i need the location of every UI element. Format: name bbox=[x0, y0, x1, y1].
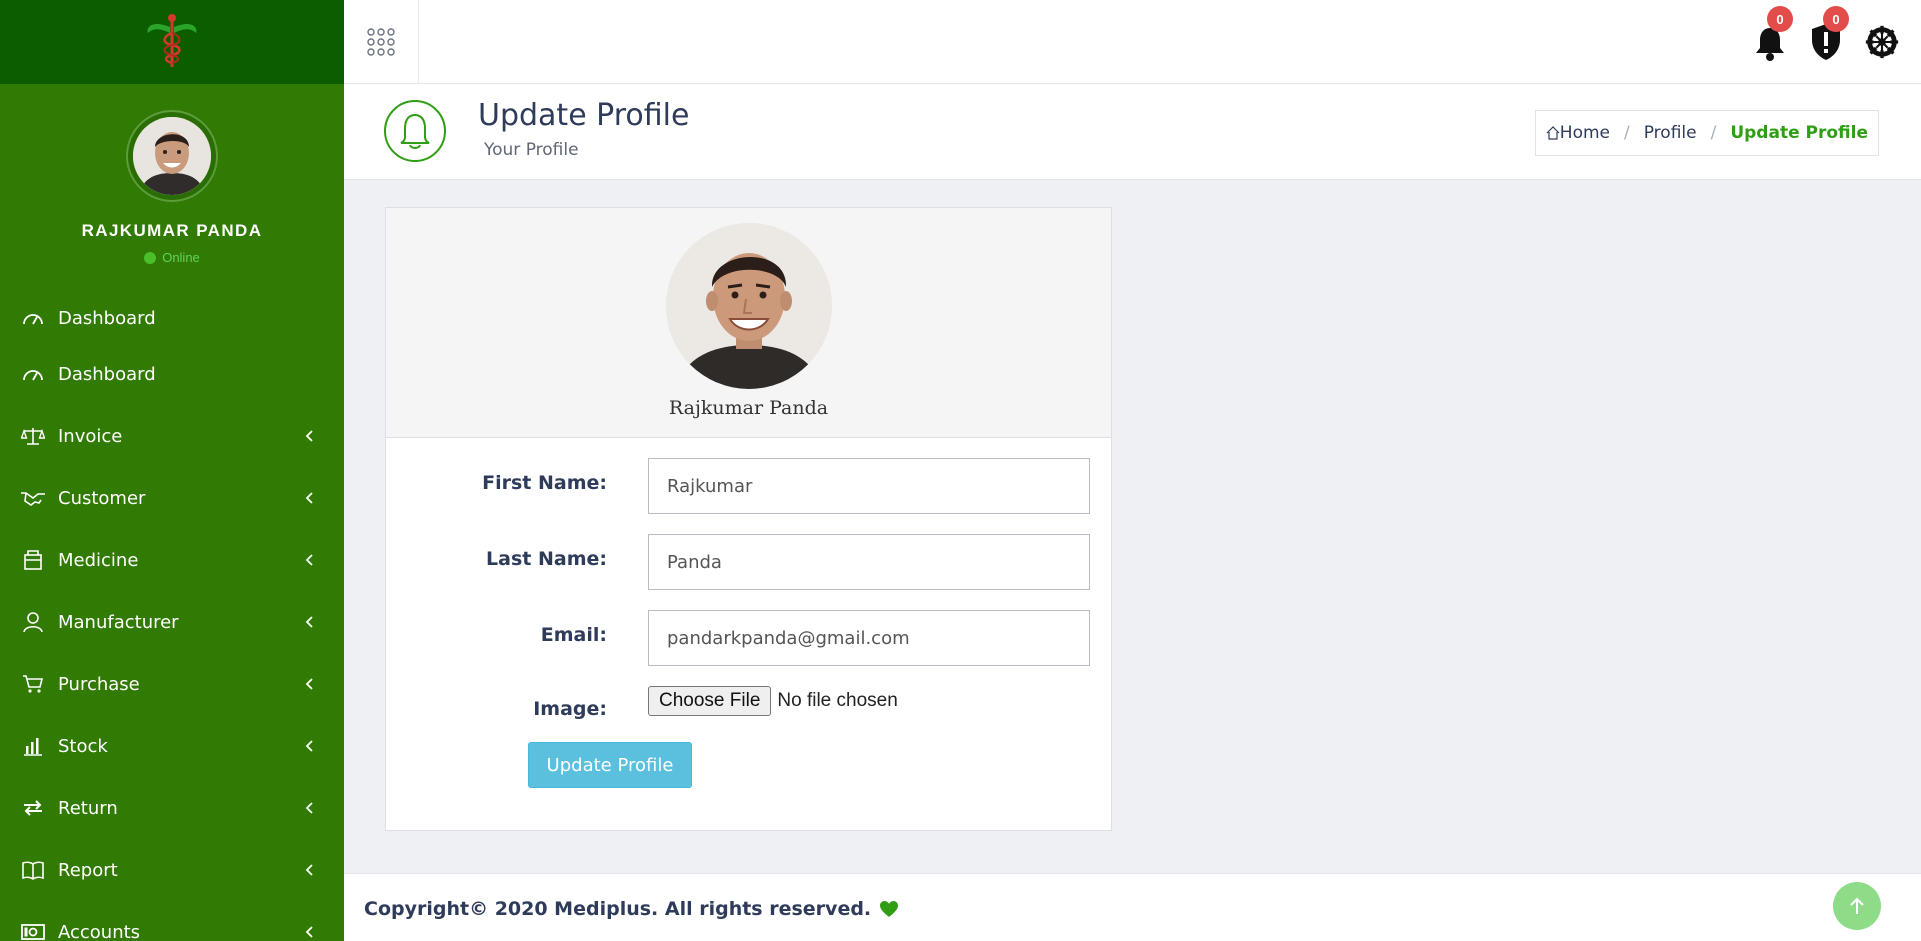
user-photo-icon bbox=[133, 117, 211, 195]
user-status: Online bbox=[144, 250, 200, 265]
apps-menu-button[interactable] bbox=[344, 0, 419, 84]
breadcrumb-profile[interactable]: Profile bbox=[1644, 123, 1697, 143]
sidebar-item-report[interactable]: Report bbox=[0, 845, 344, 895]
page-subtitle: Your Profile bbox=[484, 140, 579, 160]
breadcrumb-home-label: Home bbox=[1559, 123, 1610, 143]
sidebar-item-label: Manufacturer bbox=[58, 611, 179, 633]
profile-display-name: Rajkumar Panda bbox=[668, 397, 829, 419]
sidebar-item-customer[interactable]: Customer bbox=[0, 473, 344, 523]
footer-copyright: Copyright© 2020 Mediplus. All rights res… bbox=[364, 898, 899, 920]
notifications-badge: 0 bbox=[1767, 6, 1793, 32]
chevron-left-icon bbox=[305, 554, 313, 566]
sidebar-item-label: Return bbox=[58, 797, 118, 819]
sidebar-item-label: Stock bbox=[58, 735, 108, 757]
alerts-button[interactable]: 0 bbox=[1807, 6, 1849, 62]
chevron-left-icon bbox=[305, 864, 313, 876]
avatar[interactable] bbox=[126, 110, 218, 202]
user-icon bbox=[20, 610, 46, 634]
home-icon bbox=[1546, 126, 1560, 140]
sidebar-item-label: Medicine bbox=[58, 549, 139, 571]
user-name: RAJKUMAR PANDA bbox=[81, 221, 263, 240]
sidebar-item-label: Dashboard bbox=[58, 363, 156, 385]
sidebar-item-purchase[interactable]: Purchase bbox=[0, 659, 344, 709]
bell-outline-icon bbox=[400, 113, 430, 149]
chevron-left-icon bbox=[305, 678, 313, 690]
exchange-icon bbox=[20, 796, 46, 820]
last-name-label: Last Name: bbox=[486, 548, 607, 570]
bar-chart-icon bbox=[20, 734, 46, 758]
arrow-up-icon bbox=[1850, 897, 1864, 914]
settings-button[interactable] bbox=[1863, 14, 1901, 62]
breadcrumb: Home / Profile / Update Profile bbox=[1534, 110, 1879, 156]
app-logo[interactable] bbox=[0, 0, 344, 84]
alerts-badge: 0 bbox=[1823, 6, 1849, 32]
sidebar-item-accounts[interactable]: Accounts bbox=[0, 907, 344, 941]
top-navbar: 0 0 bbox=[344, 0, 1921, 84]
copyright-text: Copyright© 2020 Mediplus. All rights res… bbox=[364, 898, 872, 920]
chevron-left-icon bbox=[305, 492, 313, 504]
apps-grid-icon bbox=[367, 28, 395, 56]
notifications-button[interactable]: 0 bbox=[1751, 6, 1793, 62]
image-label: Image: bbox=[533, 698, 607, 720]
profile-card: Rajkumar Panda First Name: Last Name: Em… bbox=[385, 207, 1112, 831]
chevron-left-icon bbox=[305, 740, 313, 752]
user-status-label: Online bbox=[162, 250, 200, 265]
money-icon bbox=[20, 920, 46, 941]
sidebar-item-medicine[interactable]: Medicine bbox=[0, 535, 344, 585]
sidebar-item-label: Invoice bbox=[58, 425, 123, 447]
email-input[interactable] bbox=[648, 610, 1090, 666]
sidebar-item-invoice[interactable]: Invoice bbox=[0, 411, 344, 461]
email-label: Email: bbox=[540, 624, 607, 646]
settings-wheel-icon bbox=[1865, 25, 1899, 59]
image-file-input[interactable]: Choose File No file chosen bbox=[648, 686, 898, 716]
chevron-left-icon bbox=[305, 616, 313, 628]
breadcrumb-separator: / bbox=[1624, 123, 1630, 143]
sidebar-item-return[interactable]: Return bbox=[0, 783, 344, 833]
user-photo-icon bbox=[665, 223, 832, 389]
heart-icon bbox=[880, 901, 899, 917]
box-icon bbox=[20, 548, 46, 572]
profile-card-header: Rajkumar Panda bbox=[386, 208, 1111, 438]
sidebar-item-label: Dashboard bbox=[58, 307, 156, 329]
last-name-input[interactable] bbox=[648, 534, 1090, 590]
sidebar-item-label: Customer bbox=[58, 487, 146, 509]
gauge-icon bbox=[20, 306, 46, 330]
scale-icon bbox=[20, 424, 46, 448]
sidebar-user-panel: RAJKUMAR PANDA Online bbox=[0, 84, 344, 265]
book-icon bbox=[20, 858, 46, 882]
breadcrumb-separator: / bbox=[1710, 123, 1717, 143]
sidebar-item-manufacturer[interactable]: Manufacturer bbox=[0, 597, 344, 647]
sidebar: RAJKUMAR PANDA Online Dashboard Dashboar… bbox=[0, 0, 344, 941]
caduceus-logo-icon bbox=[147, 14, 197, 67]
gauge-icon bbox=[20, 362, 46, 386]
update-profile-button[interactable]: Update Profile bbox=[528, 742, 692, 788]
handshake-icon bbox=[20, 486, 46, 510]
page-header-icon bbox=[384, 100, 446, 162]
breadcrumb-current: Update Profile bbox=[1730, 123, 1868, 143]
online-dot-icon bbox=[144, 251, 157, 264]
sidebar-item-label: Purchase bbox=[58, 673, 140, 695]
choose-file-button[interactable]: Choose File bbox=[648, 686, 772, 716]
page-header: Update Profile Your Profile Home / Profi… bbox=[344, 84, 1921, 180]
chevron-left-icon bbox=[305, 430, 313, 442]
sidebar-item-label: Report bbox=[58, 859, 118, 881]
top-icon-group: 0 0 bbox=[1751, 6, 1901, 62]
sidebar-item-dashboard-partial[interactable]: Dashboard bbox=[0, 300, 344, 336]
footer: Copyright© 2020 Mediplus. All rights res… bbox=[344, 873, 1921, 941]
first-name-label: First Name: bbox=[482, 472, 607, 494]
chevron-left-icon bbox=[305, 926, 313, 938]
page-title: Update Profile bbox=[478, 98, 690, 133]
chevron-left-icon bbox=[305, 802, 313, 814]
sidebar-item-label: Accounts bbox=[58, 921, 141, 941]
breadcrumb-home[interactable]: Home bbox=[1546, 123, 1610, 143]
profile-photo bbox=[665, 223, 832, 389]
sidebar-item-stock[interactable]: Stock bbox=[0, 721, 344, 771]
cart-icon bbox=[20, 672, 46, 696]
file-status: No file chosen bbox=[777, 690, 898, 711]
first-name-input[interactable] bbox=[648, 458, 1090, 514]
scroll-to-top-button[interactable] bbox=[1833, 882, 1881, 930]
sidebar-item-dashboard[interactable]: Dashboard bbox=[0, 349, 344, 399]
